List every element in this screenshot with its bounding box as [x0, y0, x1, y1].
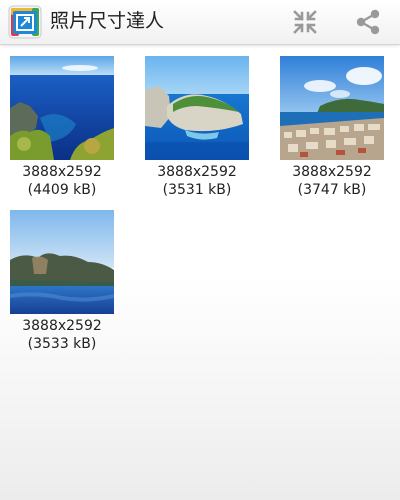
photo-thumbnail[interactable] [280, 56, 384, 160]
photo-thumbnail[interactable] [145, 56, 249, 160]
app-photo-icon[interactable] [8, 5, 42, 39]
photo-file-size: (3747 kB) [297, 182, 367, 198]
photo-file-size: (3533 kB) [27, 336, 97, 352]
photo-thumbnail[interactable] [10, 56, 114, 160]
photo-file-size: (4409 kB) [27, 182, 97, 198]
photo-file-size: (3531 kB) [162, 182, 232, 198]
photo-thumbnail[interactable] [10, 210, 114, 314]
photo-shipwreck-beach [145, 56, 249, 160]
photo-harbor-town [280, 56, 384, 160]
photo-dimensions: 3888x2592 [157, 164, 237, 180]
photo-dimensions: 3888x2592 [292, 164, 372, 180]
shrink-button[interactable] [289, 6, 321, 38]
photo-cove-cliffs [10, 56, 114, 160]
app-title: 照片尺寸達人 [50, 10, 165, 32]
photo-island-coast [10, 210, 114, 314]
photo-dimensions: 3888x2592 [22, 164, 102, 180]
action-bar: 照片尺寸達人 [0, 0, 400, 45]
photo-dimensions: 3888x2592 [22, 318, 102, 334]
share-button[interactable] [352, 6, 384, 38]
share-icon [356, 9, 380, 35]
shrink-icon [293, 10, 317, 34]
